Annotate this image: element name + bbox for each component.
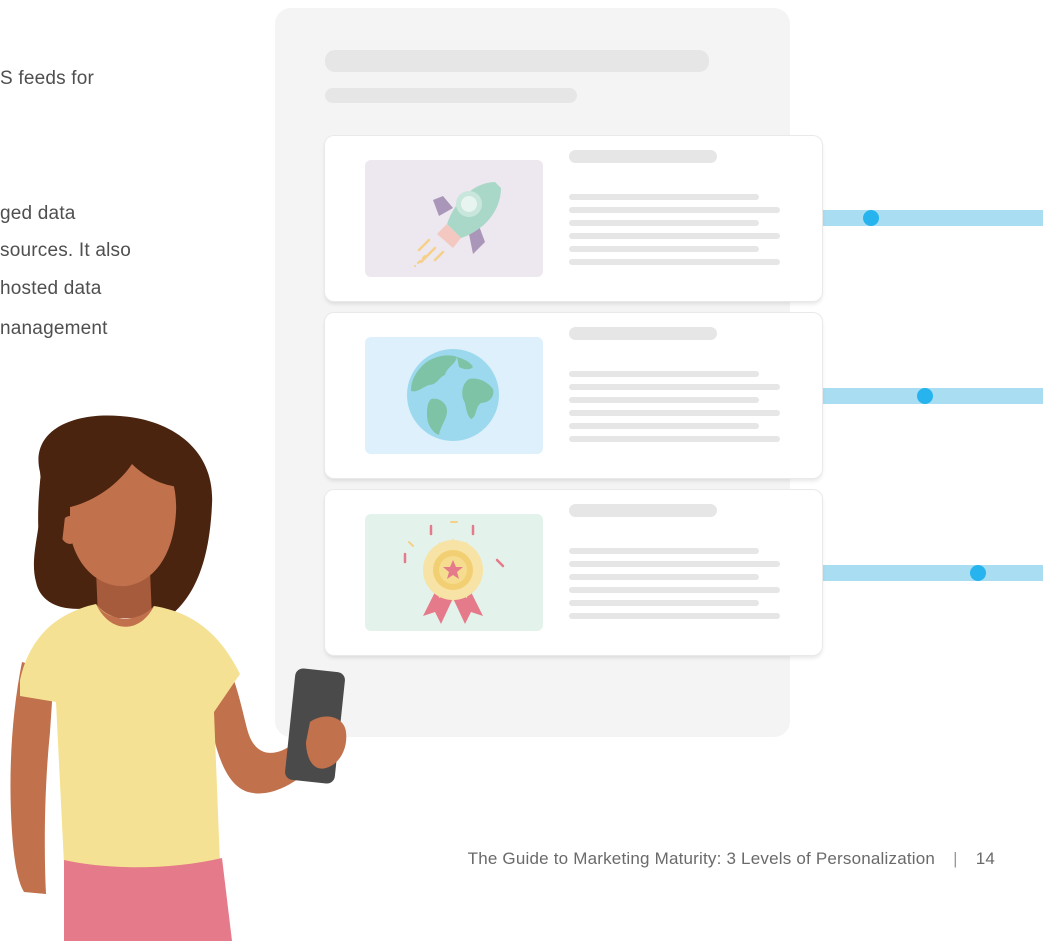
rocket-icon [414,182,501,267]
footer-separator: | [953,849,958,868]
body-text-line: ged data [0,203,76,224]
card-text-placeholder [569,194,759,200]
body-text-line: sources. It also [0,240,131,261]
card-thumbnail [365,160,543,277]
card-text-placeholder [569,410,780,416]
card-text-placeholder [569,574,759,580]
card-text-placeholder [569,259,780,265]
card-text-placeholder [569,207,780,213]
card-text-placeholder [569,561,780,567]
page-number: 14 [975,849,995,868]
card-title-placeholder [569,504,717,517]
card-text-placeholder [569,613,780,619]
panel-title-placeholder [325,50,709,72]
card-text-placeholder [569,600,759,606]
card-text-placeholder [569,384,780,390]
connector-dot [917,388,933,404]
card-text-placeholder [569,233,780,239]
panel-subtitle-placeholder [325,88,577,103]
card-thumbnail [365,337,543,454]
body-text-line: S feeds for [0,68,95,89]
connector-line [822,565,1043,581]
connector-dot [863,210,879,226]
connector-line [822,388,1043,404]
globe-icon [407,349,499,441]
content-card [325,313,822,478]
body-text-line: hosted data [0,278,102,299]
card-text-placeholder [569,371,759,377]
card-text-placeholder [569,548,759,554]
body-text-line: nanagement [0,318,108,339]
card-title-placeholder [569,150,717,163]
content-card [325,136,822,301]
card-text-placeholder [569,246,759,252]
content-card [325,490,822,655]
card-text-placeholder [569,397,759,403]
card-text-placeholder [569,587,780,593]
card-title-placeholder [569,327,717,340]
card-text-placeholder [569,436,780,442]
connector-line [822,210,1043,226]
connector-dot [970,565,986,581]
award-medal-icon [403,521,505,624]
page-footer: The Guide to Marketing Maturity: 3 Level… [468,849,995,869]
footer-title: The Guide to Marketing Maturity: 3 Level… [467,849,936,868]
card-thumbnail [365,514,543,631]
card-text-placeholder [569,423,759,429]
card-text-placeholder [569,220,759,226]
woman-with-phone-illustration [10,415,347,941]
